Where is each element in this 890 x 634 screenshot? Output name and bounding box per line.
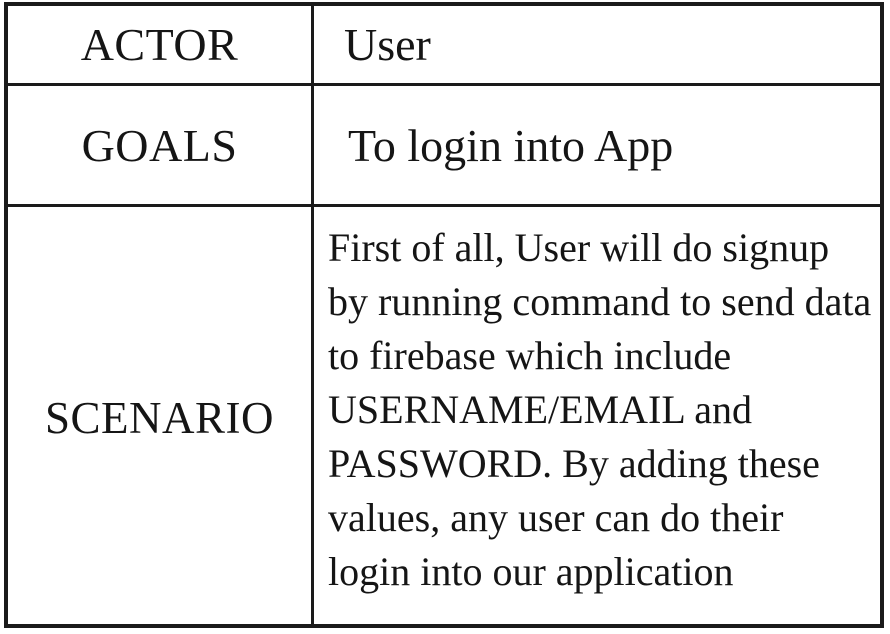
goals-label: GOALS bbox=[8, 86, 314, 207]
scenario-label: SCENARIO bbox=[8, 207, 314, 624]
goals-value: To login into App bbox=[314, 86, 880, 207]
actor-label: ACTOR bbox=[8, 6, 314, 86]
actor-value: User bbox=[314, 6, 880, 86]
scenario-value: First of all, User will do signup by run… bbox=[328, 225, 872, 594]
use-case-table: ACTOR User GOALS To login into App SCENA… bbox=[4, 2, 884, 628]
